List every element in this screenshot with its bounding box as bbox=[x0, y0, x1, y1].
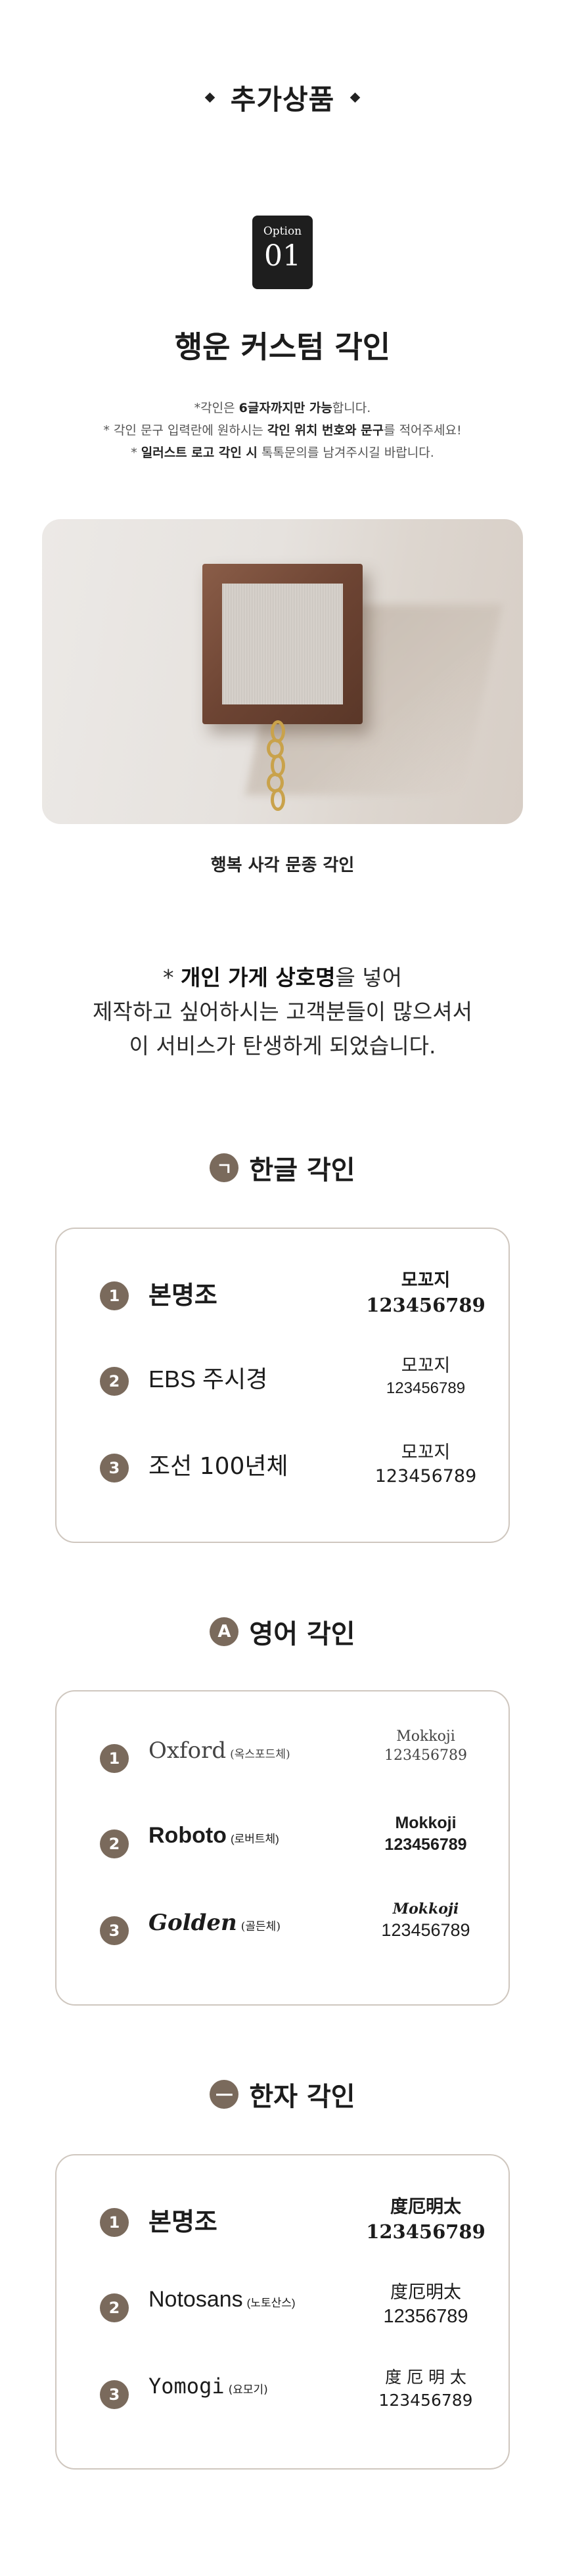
list-item: 1 본명조 모꼬지 123456789 bbox=[56, 1262, 508, 1334]
korean-font-card: 1 본명조 모꼬지 123456789 2 EBS 주시경 모꼬지 12345678… bbox=[55, 1228, 510, 1543]
number-badge: 1 bbox=[100, 2208, 129, 2237]
list-item: 2 Notosans (노토산스) 度厄明太 12356789 bbox=[56, 2274, 508, 2346]
note-line-3: * 일러스트 로고 각인 시 톡톡문의를 남겨주시길 바랍니다. bbox=[131, 446, 434, 460]
intro-text: * 개인 가게 상호명을 넣어 제작하고 싶어하시는 고객분들이 많으셔서 이 … bbox=[0, 961, 565, 1063]
font-sample: 度厄明太 123456789 bbox=[366, 2197, 486, 2243]
font-sample: Mokkoji 123456789 bbox=[381, 1900, 470, 1940]
engraving-plate bbox=[222, 584, 343, 704]
font-sample: 度厄明太 12356789 bbox=[383, 2282, 468, 2327]
font-name: EBS 주시경 bbox=[148, 1366, 268, 1392]
diamond-icon bbox=[204, 92, 215, 103]
font-name: Oxford (옥스포드체) bbox=[148, 1737, 290, 1764]
section-title: 추가상품 bbox=[0, 78, 565, 118]
hanja-one-icon: 一 bbox=[210, 2080, 239, 2109]
font-name: Golden (골든체) bbox=[148, 1910, 281, 1936]
number-badge: 3 bbox=[100, 2380, 129, 2409]
font-name: Yomogi (요모기) bbox=[148, 2374, 268, 2399]
square-bell-frame bbox=[202, 564, 363, 724]
note-line-2: * 각인 문구 입력란에 원하시는 각인 위치 번호와 문구를 적어주세요! bbox=[103, 423, 462, 438]
english-section-title: A 영어 각인 bbox=[0, 1613, 565, 1651]
font-name: 본명조 bbox=[148, 2207, 217, 2236]
option-badge: Option 01 bbox=[252, 216, 313, 289]
diamond-icon bbox=[350, 92, 361, 103]
number-badge: 1 bbox=[100, 1281, 129, 1310]
font-sample: 모꼬지 123456789 bbox=[374, 1442, 477, 1486]
intro-line-3: 이 서비스가 탄생하게 되었습니다. bbox=[129, 1033, 436, 1059]
list-item: 3 Yomogi (요모기) 度 厄 明 太 123456789 bbox=[56, 2360, 508, 2433]
number-badge: 3 bbox=[100, 1454, 129, 1483]
list-item: 3 조선 100년체 모꼬지 123456789 bbox=[56, 1434, 508, 1506]
list-item: 1 본명조 度厄明太 123456789 bbox=[56, 2188, 508, 2261]
letter-a-icon: A bbox=[210, 1617, 239, 1646]
note-line-1: *각인은 6글자까지만 가능합니다. bbox=[194, 401, 371, 415]
number-badge: 2 bbox=[100, 1367, 129, 1396]
product-photo bbox=[42, 519, 523, 824]
list-item: 3 Golden (골든체) Mokkoji 123456789 bbox=[56, 1897, 508, 1969]
giyeok-icon: ㄱ bbox=[210, 1153, 239, 1182]
font-sample: Mokkoji 123456789 bbox=[384, 1728, 467, 1764]
engraving-notes: *각인은 6글자까지만 가능합니다. * 각인 문구 입력란에 원하시는 각인 … bbox=[0, 397, 565, 464]
font-sample: 度 厄 明 太 123456789 bbox=[378, 2368, 473, 2410]
product-title: 행운 커스텀 각인 bbox=[174, 329, 391, 365]
section-title-text: 추가상품 bbox=[230, 83, 335, 116]
gold-chain bbox=[265, 720, 292, 823]
number-badge: 2 bbox=[100, 2293, 129, 2322]
number-badge: 2 bbox=[100, 1829, 129, 1858]
font-sample: Mokkoji 123456789 bbox=[384, 1814, 467, 1854]
font-sample: 모꼬지 123456789 bbox=[366, 1270, 486, 1316]
font-name: 조선 100년체 bbox=[148, 1453, 288, 1480]
hanja-font-card: 1 본명조 度厄明太 123456789 2 Notosans (노토산스) 度厄明… bbox=[55, 2154, 510, 2470]
hanja-section-title: 一 한자 각인 bbox=[0, 2075, 565, 2113]
list-item: 2 EBS 주시경 모꼬지 123456789 bbox=[56, 1347, 508, 1419]
photo-caption: 행복 사각 문종 각인 bbox=[210, 856, 355, 875]
list-item: 1 Oxford (옥스포드체) Mokkoji 123456789 bbox=[56, 1724, 508, 1797]
number-badge: 1 bbox=[100, 1744, 129, 1773]
font-sample: 모꼬지 123456789 bbox=[386, 1356, 466, 1397]
korean-section-title: ㄱ 한글 각인 bbox=[0, 1149, 565, 1187]
english-font-card: 1 Oxford (옥스포드체) Mokkoji 123456789 2 Robot… bbox=[55, 1690, 510, 2006]
intro-line-1: * 개인 가게 상호명을 넣어 bbox=[162, 965, 403, 990]
list-item: 2 Roboto (로버트체) Mokkoji 123456789 bbox=[56, 1810, 508, 1882]
option-label: Option bbox=[263, 225, 302, 238]
font-name: Roboto (로버트체) bbox=[148, 1823, 279, 1848]
font-name: Notosans (노토산스) bbox=[148, 2287, 296, 2312]
number-badge: 3 bbox=[100, 1916, 129, 1945]
option-number: 01 bbox=[264, 239, 301, 273]
intro-line-2: 제작하고 싶어하시는 고객분들이 많으셔서 bbox=[93, 999, 472, 1024]
font-name: 본명조 bbox=[148, 1280, 217, 1310]
